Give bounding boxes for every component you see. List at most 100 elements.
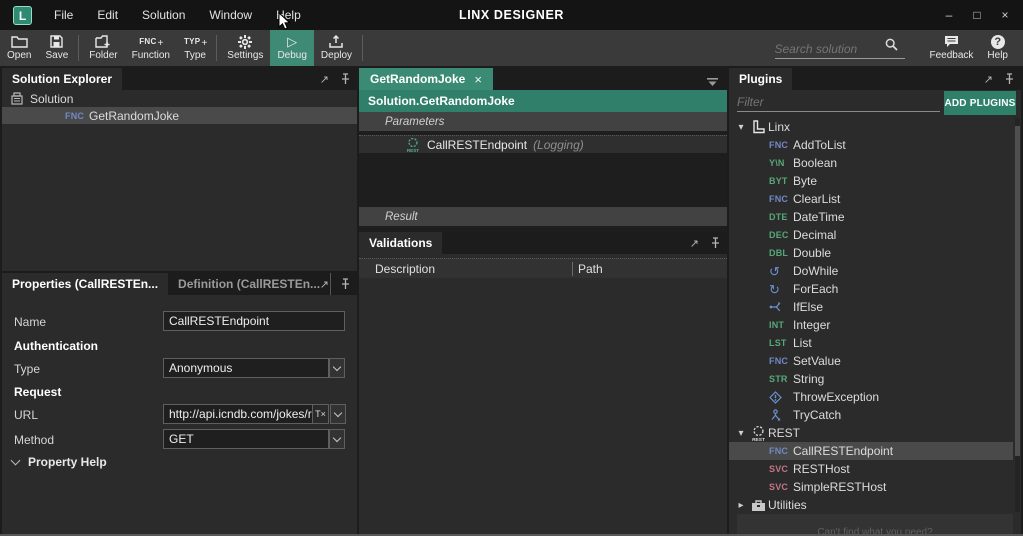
- window-controls: – □ ×: [935, 0, 1019, 30]
- search-icon[interactable]: [885, 38, 898, 56]
- popout-icon[interactable]: ↗: [690, 237, 699, 250]
- type-select-dropdown[interactable]: [329, 358, 345, 378]
- method-select-dropdown[interactable]: [329, 429, 345, 449]
- name-field[interactable]: CallRESTEndpoint: [163, 311, 345, 331]
- plugins-footer-link[interactable]: Can't find what you need?: [737, 514, 1013, 534]
- close-icon[interactable]: ×: [991, 0, 1019, 30]
- plugin-item-ifelse[interactable]: IfElse: [729, 298, 1013, 316]
- type-select[interactable]: Anonymous: [163, 358, 329, 378]
- result-bar[interactable]: Result: [359, 207, 727, 226]
- plugin-item-decimal[interactable]: DEC Decimal: [729, 226, 1013, 244]
- validations-title[interactable]: Validations: [359, 232, 443, 254]
- editor-canvas: Solution.GetRandomJoke Parameters REST C…: [359, 90, 727, 232]
- debug-button[interactable]: ▷ Debug: [270, 30, 314, 66]
- plugin-item-simpleresthost[interactable]: SVC SimpleRESTHost: [729, 478, 1013, 496]
- filter-input[interactable]: [737, 92, 940, 112]
- plugin-group-rest[interactable]: ▾ REST REST: [729, 424, 1013, 442]
- folder-button[interactable]: Folder: [82, 30, 124, 66]
- plugin-item-setvalue[interactable]: FNC SetValue: [729, 352, 1013, 370]
- tab-close-icon[interactable]: ×: [474, 72, 482, 87]
- dec-badge: DEC: [769, 230, 789, 240]
- type-button[interactable]: TYP + Type: [177, 30, 213, 66]
- parameters-bar[interactable]: Parameters: [359, 112, 727, 131]
- column-path[interactable]: Path: [573, 262, 603, 276]
- plugin-item-label: AddToList: [793, 138, 846, 152]
- plugin-item-trycatch[interactable]: TryCatch: [729, 406, 1013, 424]
- expression-clear-button[interactable]: T×: [312, 404, 329, 424]
- tab-definition[interactable]: Definition (CallRESTEn...: [168, 273, 332, 295]
- search-input[interactable]: [774, 42, 885, 56]
- plugin-item-integer[interactable]: INT Integer: [729, 316, 1013, 334]
- url-field[interactable]: http://api.icndb.com/jokes/ran: [163, 404, 313, 424]
- toolbar-right: Feedback ? Help: [774, 30, 1023, 66]
- function-step-callrestendpoint[interactable]: REST CallRESTEndpoint (Logging): [359, 135, 727, 153]
- plugins-scrollbar[interactable]: [1015, 118, 1020, 512]
- open-button[interactable]: Open: [0, 30, 38, 66]
- plugin-item-datetime[interactable]: DTE DateTime: [729, 208, 1013, 226]
- function-fnc-icon: FNC +: [139, 37, 164, 49]
- popout-icon[interactable]: ↗: [320, 278, 329, 291]
- solution-root-row[interactable]: Solution: [2, 90, 357, 107]
- plugin-item-dowhile[interactable]: ↺ DoWhile: [729, 262, 1013, 280]
- plugin-item-string[interactable]: STR String: [729, 370, 1013, 388]
- open-folder-icon: [11, 34, 28, 49]
- maximize-icon[interactable]: □: [963, 0, 991, 30]
- help-button[interactable]: ? Help: [980, 33, 1015, 63]
- method-select[interactable]: GET: [163, 429, 329, 449]
- tab-getrandomjoke[interactable]: GetRandomJoke ×: [359, 68, 493, 90]
- int-badge: INT: [769, 320, 785, 330]
- plus-icon: +: [157, 38, 164, 49]
- plugin-item-foreach[interactable]: ↻ ForEach: [729, 280, 1013, 298]
- caret-down-icon[interactable]: ▾: [734, 428, 748, 439]
- tab-properties[interactable]: Properties (CallRESTEn...: [2, 273, 169, 295]
- pin-icon[interactable]: [1005, 73, 1014, 85]
- solution-root-label: Solution: [30, 91, 74, 106]
- plugin-item-double[interactable]: DBL Double: [729, 244, 1013, 262]
- save-button[interactable]: Save: [38, 30, 75, 66]
- settings-button[interactable]: Settings: [220, 30, 270, 66]
- popout-icon[interactable]: ↗: [984, 73, 993, 86]
- scrollbar-thumb[interactable]: [1015, 126, 1020, 456]
- plugin-item-callrestendpoint[interactable]: FNC CallRESTEndpoint: [729, 442, 1013, 460]
- minimize-icon[interactable]: –: [935, 0, 963, 30]
- validations-column-headers: Description Path: [359, 258, 727, 278]
- toolbar-separator: [78, 35, 80, 61]
- solution-search[interactable]: [774, 37, 905, 59]
- solution-item-getrandomjoke[interactable]: FNC GetRandomJoke: [2, 107, 357, 124]
- caret-down-icon[interactable]: ▾: [734, 122, 748, 133]
- pin-icon[interactable]: [711, 237, 720, 249]
- pin-icon[interactable]: [341, 73, 350, 85]
- function-button[interactable]: FNC + Function: [125, 30, 177, 66]
- plugins-header: Plugins ↗: [729, 68, 1021, 90]
- plugins-title[interactable]: Plugins: [729, 68, 793, 90]
- plugin-item-boolean[interactable]: Y\N Boolean: [729, 154, 1013, 172]
- column-description[interactable]: Description: [359, 262, 572, 276]
- url-dropdown[interactable]: [330, 404, 346, 424]
- fnc-badge: FNC: [769, 446, 789, 456]
- plugin-item-list[interactable]: LST List: [729, 334, 1013, 352]
- function-breadcrumb[interactable]: Solution.GetRandomJoke: [359, 90, 727, 112]
- pin-icon[interactable]: [341, 278, 350, 290]
- property-help-expander[interactable]: Property Help: [10, 455, 107, 469]
- add-plugins-button[interactable]: ADD PLUGINS: [944, 91, 1016, 115]
- plugin-item-byte[interactable]: BYT Byte: [729, 172, 1013, 190]
- solution-explorer-title[interactable]: Solution Explorer: [2, 68, 123, 90]
- plugin-item-throwexception[interactable]: ThrowException: [729, 388, 1013, 406]
- deploy-button[interactable]: Deploy: [314, 30, 359, 66]
- fnc-badge: FNC: [769, 140, 789, 150]
- caret-right-icon[interactable]: ▸: [734, 500, 748, 511]
- plugin-item-addtolist[interactable]: FNC AddToList: [729, 136, 1013, 154]
- utilities-toolbox-icon: [748, 499, 768, 512]
- plugin-group-linx[interactable]: ▾ Linx: [729, 118, 1013, 136]
- feedback-button[interactable]: Feedback: [923, 33, 981, 63]
- dte-badge: DTE: [769, 212, 788, 222]
- fnc-badge: FNC: [769, 194, 789, 204]
- svg-text:REST: REST: [407, 148, 419, 153]
- dowhile-loop-icon: ↺: [769, 263, 780, 279]
- plugin-group-utilities[interactable]: ▸ Utilities: [729, 496, 1013, 514]
- plugin-item-clearlist[interactable]: FNC ClearList: [729, 190, 1013, 208]
- popout-icon[interactable]: ↗: [320, 73, 329, 86]
- plugin-group-label: Linx: [768, 120, 791, 134]
- plugin-item-label: ThrowException: [793, 390, 880, 404]
- plugin-item-resthost[interactable]: SVC RESTHost: [729, 460, 1013, 478]
